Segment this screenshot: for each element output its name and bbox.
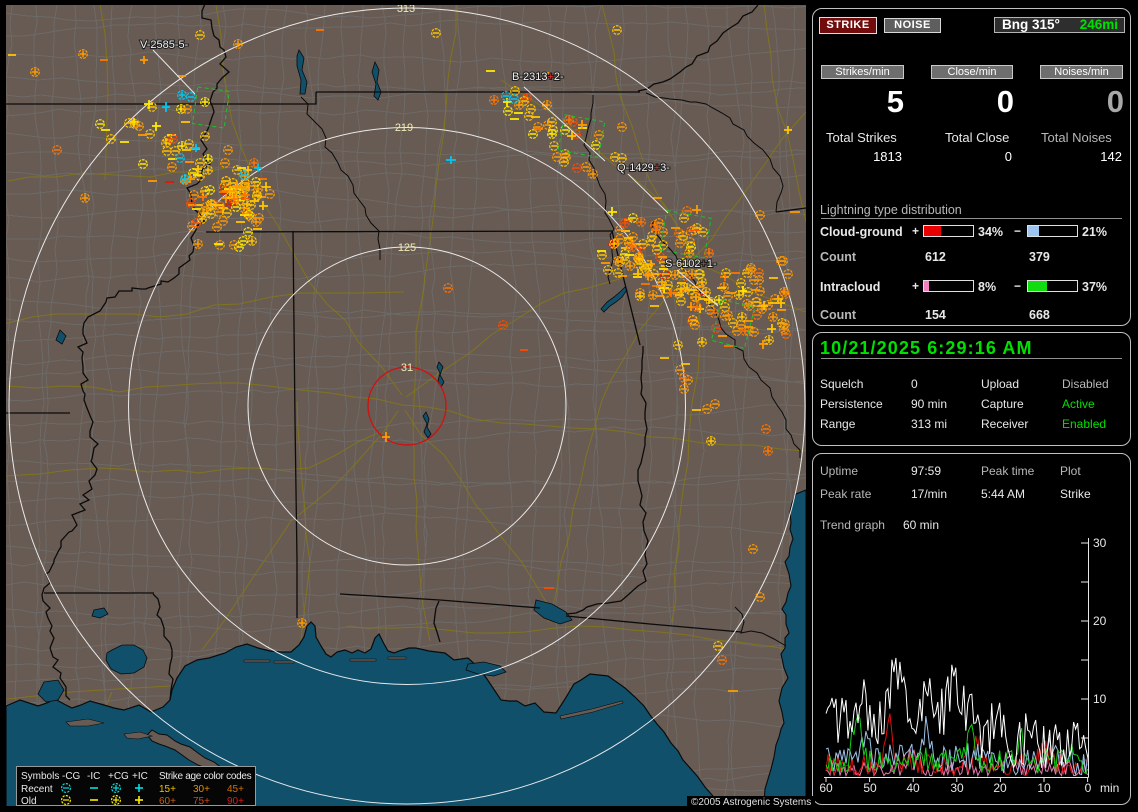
svg-text:10: 10 — [1037, 781, 1051, 795]
svg-text:min: min — [1100, 781, 1119, 795]
svg-text:B-2313+2-: B-2313+2- — [512, 71, 564, 83]
svg-text:Q-1429+3-: Q-1429+3- — [617, 162, 670, 174]
svg-text:30: 30 — [1093, 536, 1107, 550]
svg-text:30: 30 — [950, 781, 964, 795]
svg-text:40: 40 — [906, 781, 920, 795]
svg-text:Old: Old — [21, 796, 37, 807]
svg-text:60+: 60+ — [159, 796, 176, 807]
svg-text:50: 50 — [863, 781, 877, 795]
svg-text:+CG: +CG — [108, 771, 129, 782]
svg-text:10: 10 — [1093, 692, 1107, 706]
svg-text:31: 31 — [401, 362, 413, 374]
svg-text:0: 0 — [1085, 781, 1092, 795]
svg-text:S-6102+1-: S-6102+1- — [665, 258, 717, 270]
svg-text:20: 20 — [1093, 614, 1107, 628]
svg-text:45+: 45+ — [227, 784, 244, 795]
svg-text:Recent: Recent — [21, 784, 53, 795]
svg-text:-IC: -IC — [87, 771, 100, 782]
svg-text:15+: 15+ — [159, 784, 176, 795]
svg-text:90+: 90+ — [227, 796, 244, 807]
svg-text:60: 60 — [819, 781, 833, 795]
svg-text:75+: 75+ — [193, 796, 210, 807]
svg-text:30+: 30+ — [193, 784, 210, 795]
svg-text:V-2585-5-: V-2585-5- — [140, 39, 189, 51]
svg-text:20: 20 — [993, 781, 1007, 795]
svg-text:Strike age color codes: Strike age color codes — [159, 771, 252, 782]
svg-text:125: 125 — [398, 242, 416, 254]
svg-text:+IC: +IC — [132, 771, 148, 782]
svg-text:219: 219 — [395, 122, 413, 134]
svg-text:Symbols: Symbols — [21, 771, 59, 782]
svg-text:313: 313 — [397, 5, 415, 15]
svg-text:-CG: -CG — [62, 771, 81, 782]
